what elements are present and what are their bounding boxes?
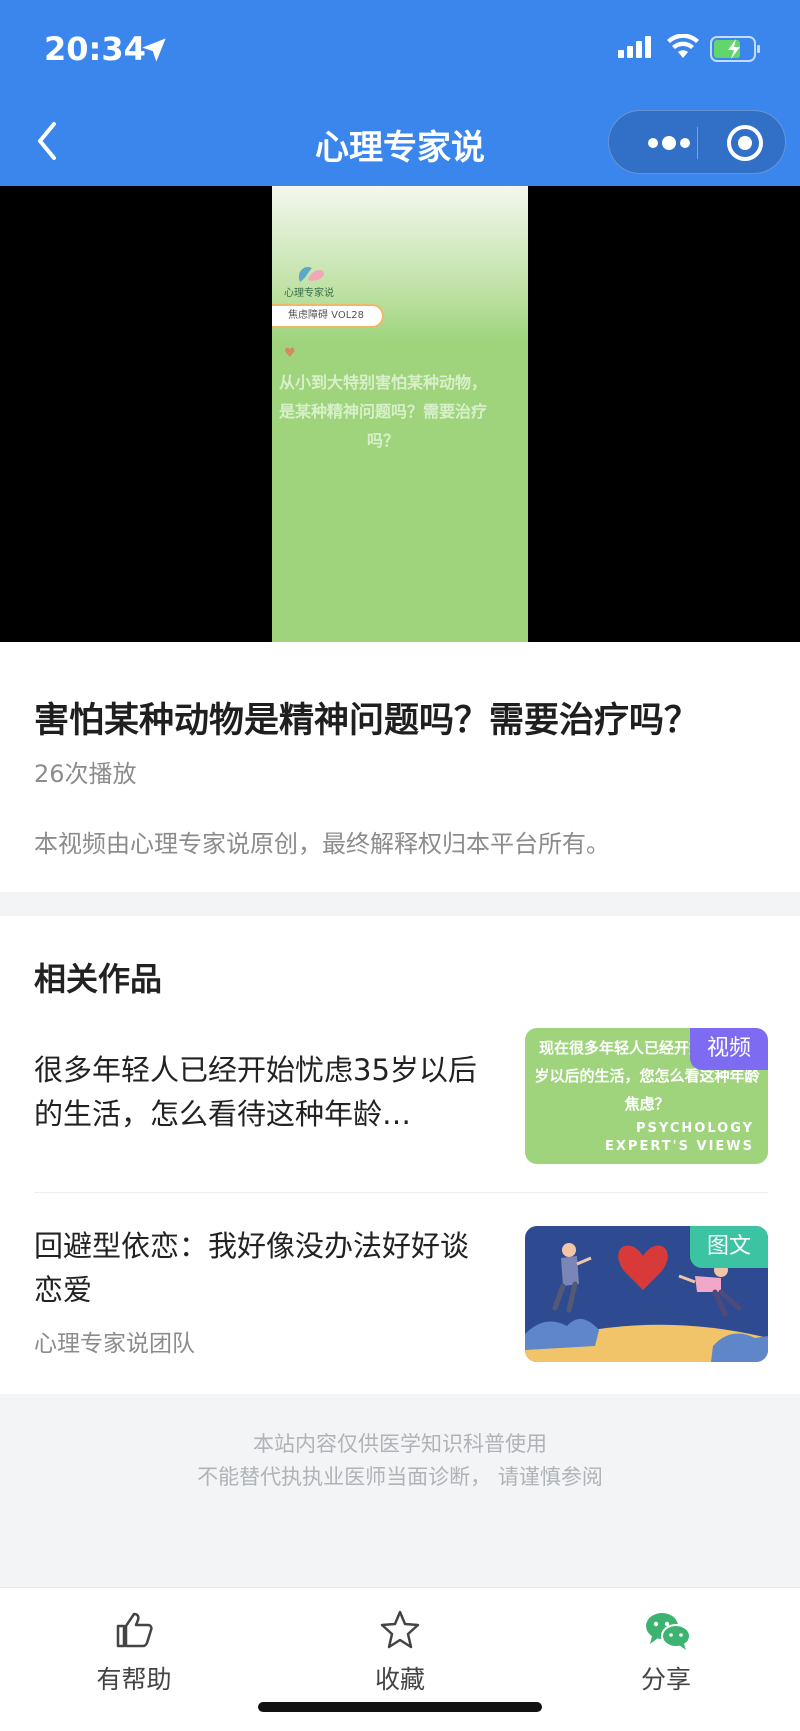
thumbs-up-icon: [116, 1612, 153, 1648]
video-title: 害怕某种动物是精神问题吗？需要治疗吗？: [34, 701, 700, 741]
capsule-divider: [697, 127, 698, 159]
related-works-section: 相关作品 很多年轻人已经开始忧虑35岁以后的生活，怎么看待这种年龄… 现在很多年…: [0, 916, 800, 1394]
medical-disclaimer: 本站内容仅供医学知识科普使用 不能替代执执业医师当面诊断， 请谨慎参阅: [0, 1428, 800, 1494]
related-item-title: 回避型依恋：我好像没办法好好谈恋爱: [34, 1229, 470, 1307]
share-button[interactable]: 分享: [576, 1588, 756, 1708]
wifi-icon: [667, 34, 699, 58]
brand-logo-icon: [298, 266, 324, 282]
video-overlay-text: 从小到大特别害怕某种动物，是某种精神问题吗？需要治疗吗？: [278, 373, 487, 450]
mini-program-capsule: [608, 110, 786, 174]
wechat-icon: [646, 1613, 691, 1650]
thumbnail-english-text: PSYCHOLOGY EXPERT'S VIEWS: [605, 1120, 754, 1156]
favorite-button[interactable]: 收藏: [310, 1588, 490, 1708]
related-item[interactable]: 回避型依恋：我好像没办法好好谈恋爱 心理专家说团队 图文: [0, 1196, 800, 1386]
related-item-thumbnail: 现在很多年轻人已经开始忧虑35岁以后的生活，您怎么看这种年龄焦虑？ PSYCHO…: [525, 1028, 768, 1164]
favorite-label: 收藏: [374, 1665, 425, 1694]
section-title: 相关作品: [34, 960, 163, 998]
thumbnail-english-line-2: EXPERT'S VIEWS: [605, 1139, 754, 1154]
related-item-thumbnail: 图文: [525, 1226, 768, 1362]
cellular-signal-icon: [618, 36, 651, 58]
more-options-icon[interactable]: [633, 119, 707, 167]
star-icon: [380, 1610, 420, 1649]
location-arrow-icon: [142, 38, 166, 62]
play-count: 26次播放: [34, 760, 137, 788]
related-item[interactable]: 很多年轻人已经开始忧虑35岁以后的生活，怎么看待这种年龄… 现在很多年轻人已经开…: [0, 1016, 800, 1196]
related-item-author: 心理专家说团队: [34, 1331, 195, 1357]
item-divider: [34, 1192, 768, 1193]
heart-icon: ♥: [284, 346, 296, 361]
helpful-label: 有帮助: [96, 1665, 172, 1694]
helpful-button[interactable]: 有帮助: [44, 1588, 224, 1708]
content-type-badge: 图文: [690, 1226, 768, 1268]
disclaimer-line-2: 不能替代执执业医师当面诊断， 请谨慎参阅: [197, 1465, 603, 1489]
copyright-note: 本视频由心理专家说原创，最终解释权归本平台所有。: [34, 830, 610, 858]
video-brand-text: 心理专家说: [284, 288, 334, 299]
related-item-title: 很多年轻人已经开始忧虑35岁以后的生活，怎么看待这种年龄…: [34, 1053, 477, 1131]
battery-charging-icon: [710, 36, 760, 62]
video-frame: 心理专家说 焦虑障碍 VOL28 ♥ 从小到大特别害怕某种动物，是某种精神问题吗…: [272, 186, 528, 642]
status-time: 20:34: [44, 30, 146, 68]
disclaimer-line-1: 本站内容仅供医学知识科普使用: [253, 1432, 547, 1456]
home-indicator: [258, 1702, 542, 1712]
header: 20:34 心理专家说: [0, 0, 800, 186]
thumbnail-english-line-1: PSYCHOLOGY: [636, 1121, 754, 1136]
video-player[interactable]: 心理专家说 焦虑障碍 VOL28 ♥ 从小到大特别害怕某种动物，是某种精神问题吗…: [0, 186, 800, 642]
video-series-pill: 焦虑障碍 VOL28: [272, 304, 384, 328]
content-type-badge: 视频: [690, 1028, 768, 1070]
share-label: 分享: [640, 1665, 691, 1694]
video-info-card: 害怕某种动物是精神问题吗？需要治疗吗？ 26次播放 本视频由心理专家说原创，最终…: [0, 642, 800, 892]
close-mini-program-icon[interactable]: [721, 123, 769, 163]
